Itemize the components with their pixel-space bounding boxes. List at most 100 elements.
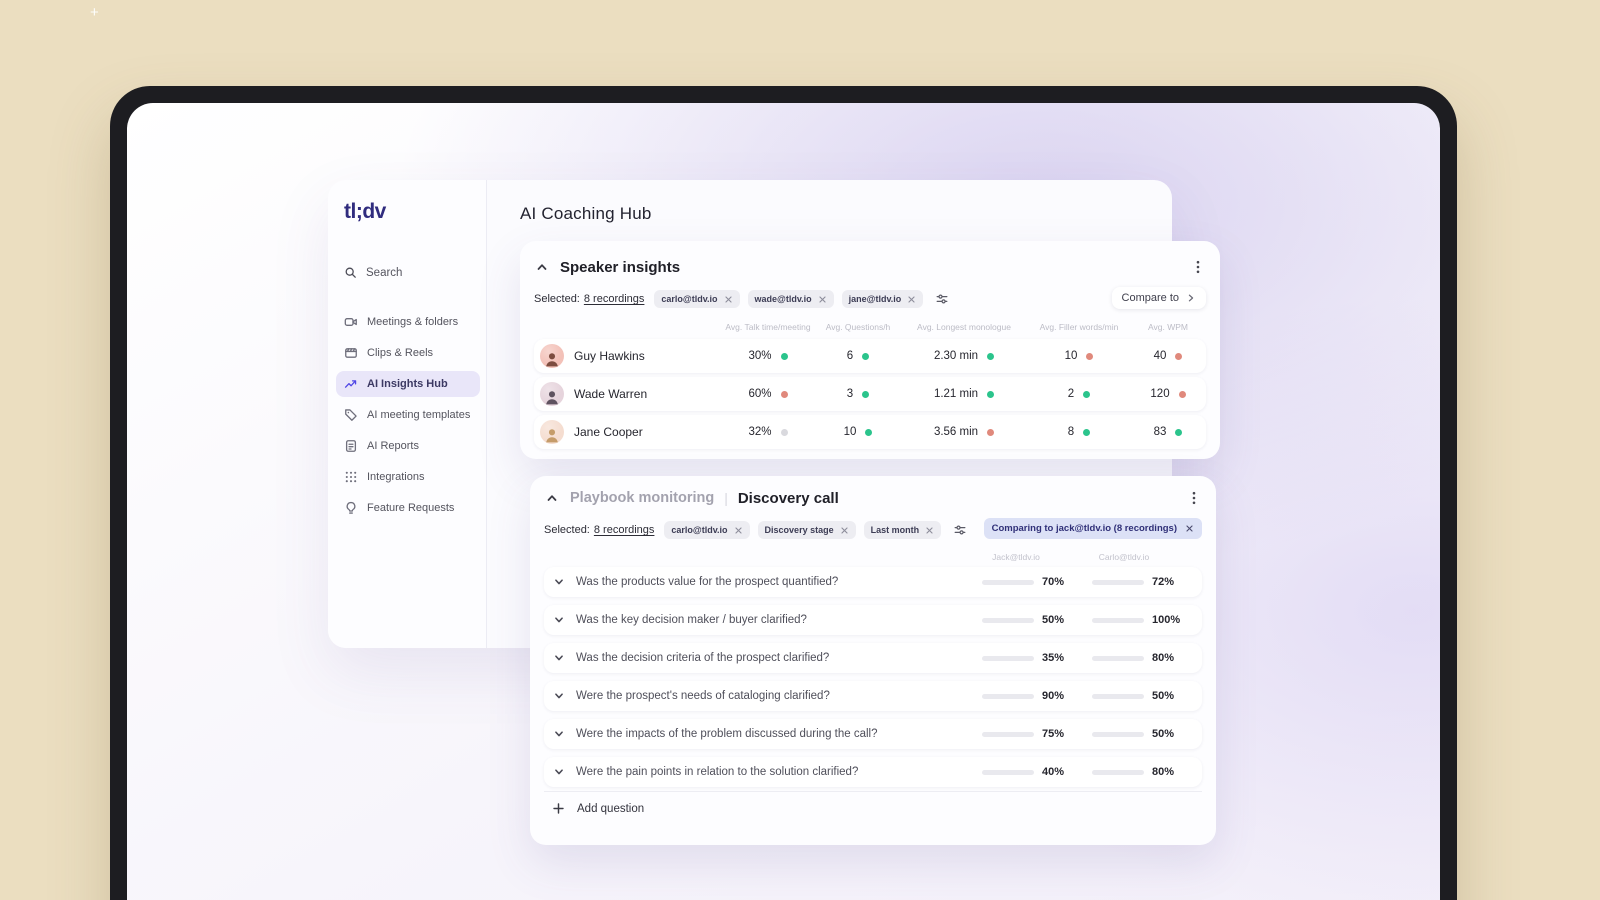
kebab-menu-icon[interactable] [1190,259,1206,275]
chevron-down-icon[interactable] [552,765,566,779]
search-icon [344,266,357,279]
column-label-left: Jack@tldv.io [992,551,1040,562]
progress-left: 75% [982,728,1082,740]
sidebar-item-label: AI Reports [367,440,419,452]
kebab-menu-icon[interactable] [1186,490,1202,506]
filter-sliders-icon[interactable] [935,292,949,306]
filter-chip-jane-tldv-io[interactable]: jane@tldv.io [841,290,924,308]
sidebar-item-label: AI meeting templates [367,409,471,421]
collapse-chevron-up-icon[interactable] [544,490,560,506]
chevron-down-icon[interactable] [552,613,566,627]
close-icon[interactable] [925,526,934,535]
playbook-title-muted: Playbook monitoring [570,490,715,506]
playbook-panel: Playbook monitoring | Discovery call Sel… [530,476,1216,845]
progress-label: 40% [1042,766,1065,778]
column-label-right: Carlo@tldv.io [1098,551,1150,562]
metric-cell: 2 [1028,388,1130,400]
collapse-chevron-up-icon[interactable] [534,259,550,275]
progress-label: 72% [1152,576,1175,588]
add-question-button[interactable]: Add question [544,791,1202,825]
app-logo: tl;dv [344,200,386,223]
metric-value: 2 [1067,388,1075,400]
avatar [540,382,564,406]
question-row[interactable]: Were the prospect's needs of cataloging … [544,681,1202,711]
person-icon [543,426,561,444]
filter-chip-carlo-tldv-io[interactable]: carlo@tldv.io [654,290,740,308]
selected-label: Selected: [534,293,580,305]
chevron-down-icon[interactable] [552,727,566,741]
metric-cell: 3 [816,388,900,400]
progress-track [982,579,1034,585]
metric-value: 30% [748,350,772,362]
close-icon[interactable] [907,295,916,304]
question-row[interactable]: Was the products value for the prospect … [544,567,1202,597]
filter-chip-discovery-stage[interactable]: Discovery stage [757,521,856,539]
sidebar-item-integrations[interactable]: Integrations [336,464,480,490]
comparing-chip[interactable]: Comparing to jack@tldv.io (8 recordings) [983,518,1202,539]
close-icon[interactable] [840,526,849,535]
search-button[interactable]: Search [344,266,476,279]
sidebar-item-label: Meetings & folders [367,316,459,328]
sidebar-item-clips-reels[interactable]: Clips & Reels [336,340,480,366]
filter-chip-carlo-tldv-io[interactable]: carlo@tldv.io [664,521,750,539]
chip-label: wade@tldv.io [754,294,812,304]
progress-right: 100% [1092,614,1196,626]
metric-value: 6 [846,350,854,362]
question-row[interactable]: Were the impacts of the problem discusse… [544,719,1202,749]
metric-cell: 2.30 min [900,350,1028,362]
close-icon[interactable] [724,295,733,304]
progress-left: 70% [982,576,1082,588]
playbook-title: Discovery call [737,489,839,507]
selected-count-link[interactable]: 8 recordings [584,293,645,305]
compare-to-button[interactable]: Compare to [1111,287,1206,309]
metric-cell: 1.21 min [900,388,1028,400]
progress-label: 80% [1152,766,1175,778]
sidebar: tl;dv Search Meetings & folders Clips & R… [328,180,487,648]
progress-track [982,693,1034,699]
close-icon[interactable] [734,526,743,535]
filter-chip-last-month[interactable]: Last month [863,521,942,539]
chip-label: carlo@tldv.io [671,525,728,535]
chip-label: jane@tldv.io [848,294,902,304]
sidebar-item-meetings-folders[interactable]: Meetings & folders [336,309,480,335]
close-icon[interactable] [1185,524,1194,533]
metric-value: 1.21 min [933,388,979,400]
sidebar-item-ai-insights-hub[interactable]: AI Insights Hub [336,371,480,397]
chevron-down-icon[interactable] [552,651,566,665]
plus-icon [552,802,565,815]
table-row[interactable]: Guy Hawkins 30% 6 2.30 min 10 40 [534,339,1206,373]
status-dot-red [1086,352,1094,360]
filter-chip-wade-tldv-io[interactable]: wade@tldv.io [747,290,834,308]
close-icon[interactable] [818,295,827,304]
progress-right: 80% [1092,652,1196,664]
question-row[interactable]: Was the key decision maker / buyer clari… [544,605,1202,635]
sidebar-item-ai-reports[interactable]: AI Reports [336,433,480,459]
progress-track [982,731,1034,737]
title-separator: | [724,490,728,506]
chip-label: Last month [870,525,920,535]
column-header-avg-filler-words-min: Avg. Filler words/min [1039,322,1119,332]
speaker-insights-title: Speaker insights [560,258,681,276]
status-dot-green [987,390,995,398]
table-row[interactable]: Wade Warren 60% 3 1.21 min 2 120 [534,377,1206,411]
chevron-down-icon[interactable] [552,575,566,589]
sidebar-item-feature-requests[interactable]: Feature Requests [336,495,480,521]
speaker-chips: carlo@tldv.io wade@tldv.io jane@tldv.io [654,290,924,308]
chip-label: carlo@tldv.io [661,294,718,304]
question-row[interactable]: Were the pain points in relation to the … [544,757,1202,787]
progress-track [1092,731,1144,737]
chevron-down-icon[interactable] [552,689,566,703]
table-row[interactable]: Jane Cooper 32% 10 3.56 min 8 83 [534,415,1206,449]
status-dot-green [1083,428,1091,436]
sidebar-item-ai-meeting-templates[interactable]: AI meeting templates [336,402,480,428]
selected-count-link[interactable]: 8 recordings [594,524,655,536]
progress-right: 80% [1092,766,1196,778]
metric-cell: 60% [720,388,816,400]
column-header-avg-wpm: Avg. WPM [1148,322,1188,332]
question-row[interactable]: Was the decision criteria of the prospec… [544,643,1202,673]
speaker-name: Wade Warren [574,387,648,401]
filter-sliders-icon[interactable] [953,523,967,537]
progress-label: 75% [1042,728,1065,740]
metric-cell: 3.56 min [900,426,1028,438]
video-camera-icon [344,315,358,329]
